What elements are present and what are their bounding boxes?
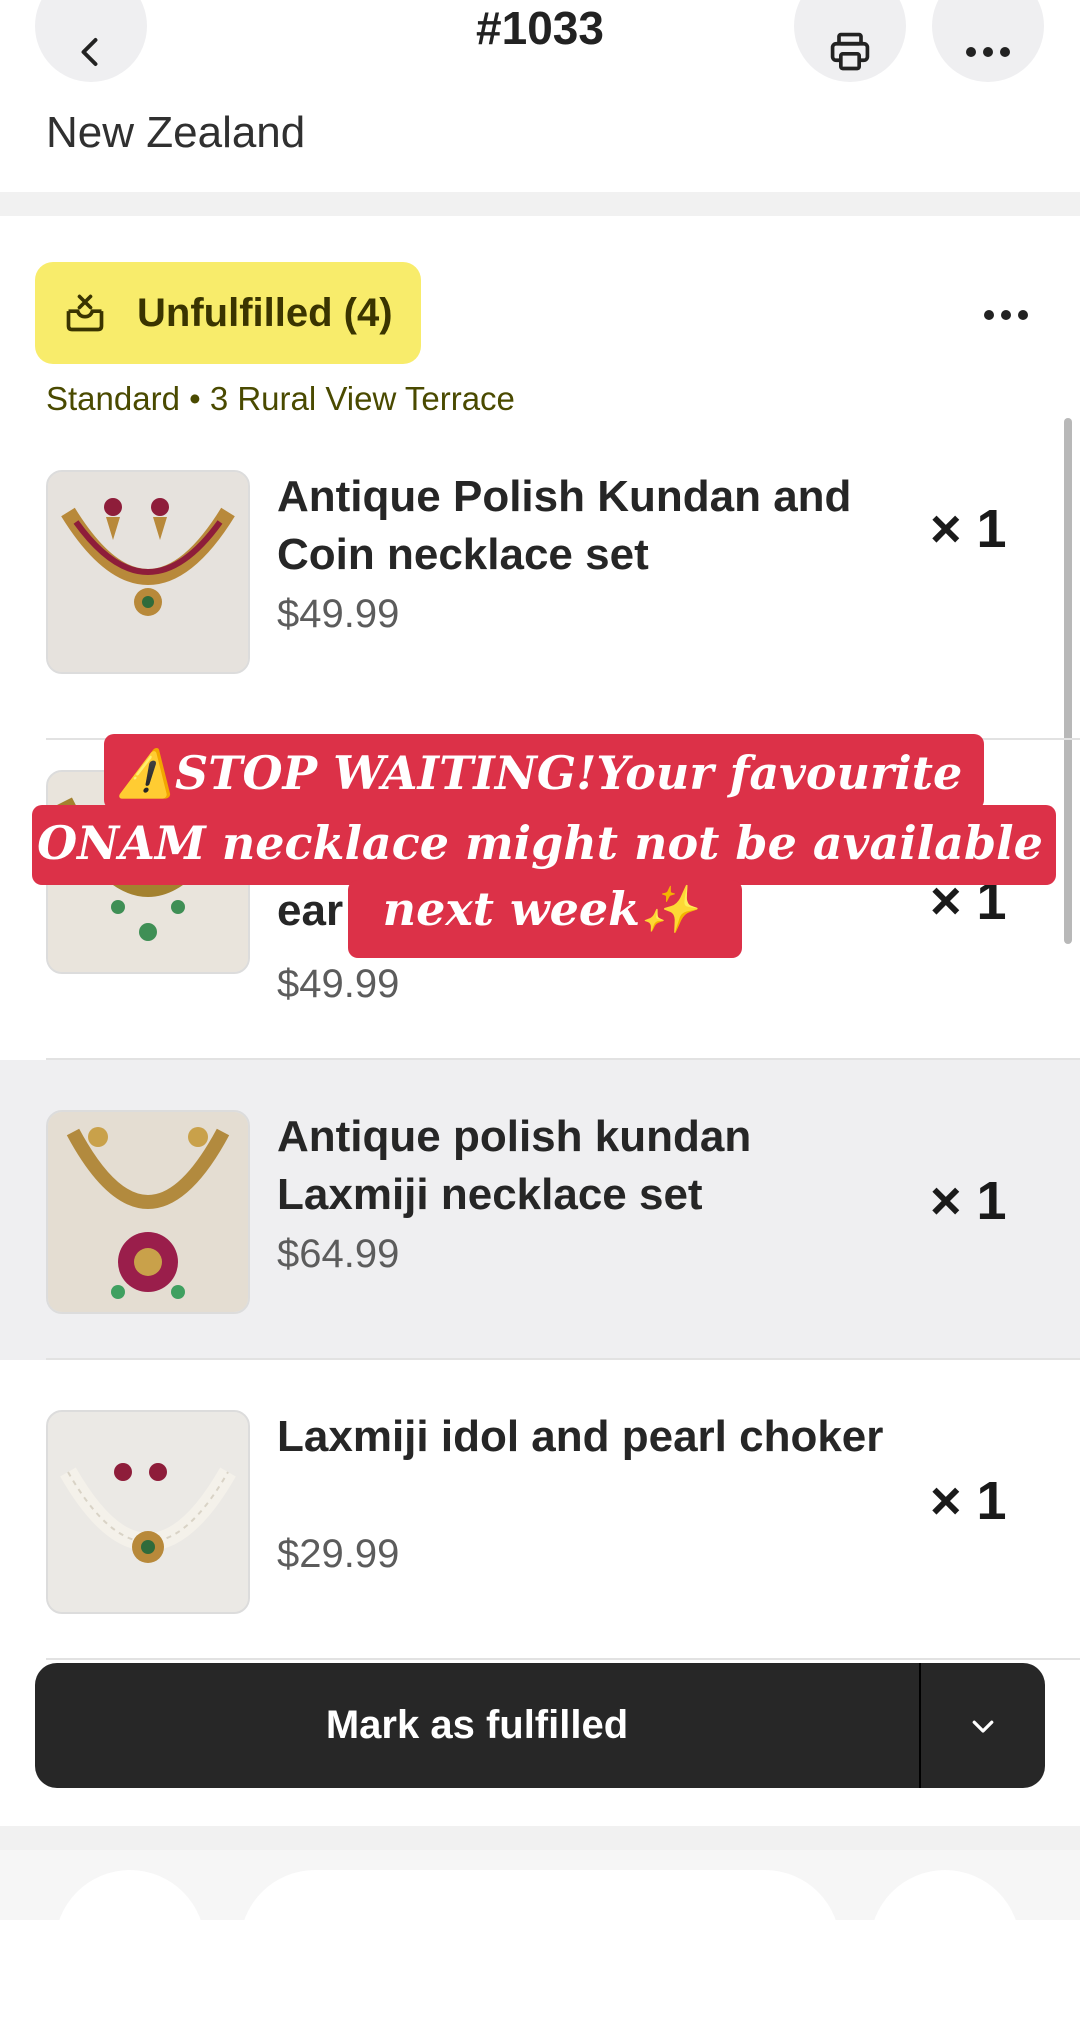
promo-line-1: ⚠️STOP WAITING!Your favourite [117,746,963,800]
bottom-action-pill[interactable] [240,1870,840,2020]
fulfill-options-dropdown[interactable] [921,1663,1045,1788]
fulfillment-more-button[interactable] [976,290,1036,340]
product-thumbnail [46,1110,250,1314]
item-title: Antique Polish Kundan and Coin necklace … [277,472,852,579]
more-options-button[interactable] [932,0,1044,82]
shipping-method: Standard • 3 Rural View Terrace [46,380,515,417]
print-button[interactable] [794,0,906,82]
item-price: $49.99 [277,592,400,636]
promo-line-3: next week✨ [382,882,698,936]
mark-as-fulfilled-button[interactable]: Mark as fulfilled [35,1663,919,1788]
list-item[interactable]: Antique polish kundan Laxmiji necklace s… [0,1060,1080,1360]
item-quantity: × 1 [930,1471,1007,1531]
ellipsis-icon [966,47,1010,57]
item-quantity: × 1 [930,499,1007,559]
status-label: Unfulfilled (4) [137,290,393,335]
bottom-action-button[interactable] [870,1870,1020,2020]
status-badge: Unfulfilled (4) [35,262,421,364]
row-divider [46,1658,1080,1660]
shipping-country: New Zealand [46,108,306,157]
order-number-title: #1033 [476,2,604,54]
section-divider [0,192,1080,216]
unfulfilled-box-icon [63,291,107,335]
item-title: Laxmiji idol and pearl choker [277,1412,884,1461]
promo-line-2: ONAM necklace might not be available [37,816,1043,870]
product-thumbnail [46,470,250,674]
item-quantity: × 1 [930,1171,1007,1231]
item-price: $29.99 [277,1532,400,1576]
chevron-down-icon [972,1720,994,1733]
bottom-action-button[interactable] [55,1870,205,2020]
item-price: $64.99 [277,1232,400,1276]
list-item[interactable]: Antique Polish Kundan and Coin necklace … [0,440,1080,740]
printer-icon [830,32,870,71]
item-title: Antique polish kundan Laxmiji necklace s… [277,1112,752,1219]
item-price: $49.99 [277,962,400,1006]
section-divider [0,1826,1080,1850]
list-item[interactable]: Laxmiji idol and pearl choker $29.99 × 1 [0,1360,1080,1660]
bottom-toolbar [0,1850,1080,2020]
mark-as-fulfilled-split-button: Mark as fulfilled [35,1663,1045,1788]
ellipsis-icon [984,310,1028,320]
product-thumbnail [46,1410,250,1614]
promo-banner: ⚠️STOP WAITING!Your favourite ONAM neckl… [0,730,1080,960]
